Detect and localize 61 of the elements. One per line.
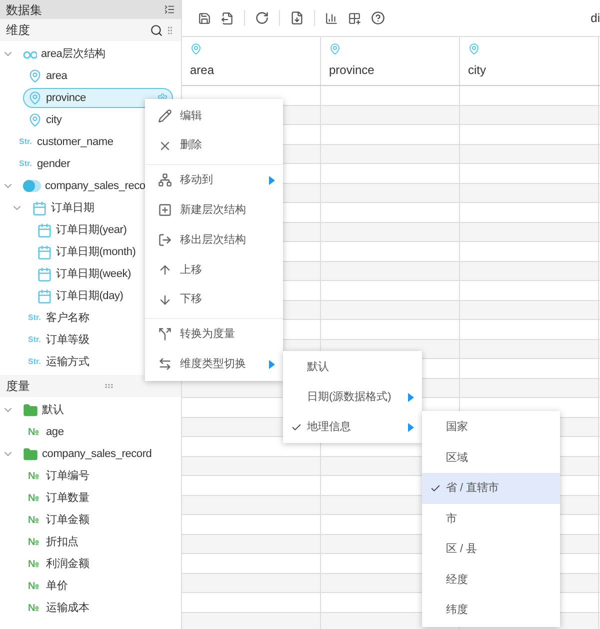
string-type-icon: Str. (28, 356, 42, 368)
menu-item[interactable]: 下移 (145, 285, 283, 319)
menu-item[interactable]: 纬度 (422, 595, 560, 626)
number-type-icon: № (28, 600, 42, 616)
menu-item[interactable]: 移出层次结构 (145, 225, 283, 255)
menu-item[interactable]: 上移 (145, 255, 283, 285)
tree-item[interactable]: № 订单数量 (23, 488, 94, 508)
tree-item[interactable]: 订单日期(year) (32, 220, 132, 240)
string-type-icon: Str. (28, 312, 42, 324)
string-type-icon: Str. (19, 158, 33, 170)
tree-item[interactable]: province (23, 88, 173, 108)
tree-item[interactable]: company_sales_record (18, 444, 157, 464)
tree-item[interactable]: 订单日期(month) (32, 242, 141, 262)
tree-item[interactable]: № 利润金额 (23, 554, 94, 574)
toolbar-label: di (590, 10, 600, 27)
menu-item[interactable]: 地理信息 (283, 412, 422, 442)
column-header[interactable]: city (460, 37, 599, 85)
string-type-icon: Str. (19, 136, 33, 148)
menu-item[interactable]: 经度 (422, 564, 560, 595)
menu-item[interactable]: 区域 (422, 442, 560, 473)
tree-item[interactable]: № 折扣点 (23, 532, 84, 552)
menu-item[interactable]: 省 / 直辖市 (422, 473, 560, 504)
string-type-icon: Str. (28, 334, 42, 346)
column-header[interactable]: area (182, 37, 321, 85)
tree-item[interactable]: area层次结构 (18, 44, 110, 64)
tree-item[interactable]: № 单价 (23, 576, 73, 596)
tree-item[interactable]: № 运输成本 (23, 598, 94, 618)
menu-item[interactable]: 日期(源数据格式) (283, 382, 422, 412)
menu-item[interactable]: 区 / 县 (422, 534, 560, 564)
panel-title: 数据集 (6, 2, 42, 18)
tree-item[interactable]: city (23, 110, 67, 130)
menu-item[interactable]: 转换为度量 (145, 319, 283, 349)
menu-item[interactable]: 国家 (422, 412, 560, 442)
tree-item[interactable]: Str. gender (14, 154, 76, 174)
tree-item[interactable]: Str. customer_name (14, 132, 118, 152)
column-header[interactable]: province (321, 37, 460, 85)
tree-item[interactable]: 订单日期 (27, 198, 100, 218)
menu-item[interactable]: 市 (422, 504, 560, 534)
tree-item[interactable]: Str. 订单等级 (23, 330, 94, 350)
tree-item[interactable]: Str. 运输方式 (23, 352, 94, 372)
section-title: 度量 (6, 378, 30, 395)
menu-item[interactable]: 删除 (145, 131, 283, 165)
tree-item[interactable]: № 订单编号 (23, 466, 94, 486)
number-type-icon: № (28, 556, 42, 572)
number-type-icon: № (28, 578, 42, 594)
tree-item[interactable]: № age (23, 422, 69, 442)
number-type-icon: № (28, 512, 42, 528)
number-type-icon: № (28, 424, 42, 440)
tree-item[interactable]: area (23, 66, 72, 86)
number-type-icon: № (28, 468, 42, 484)
number-type-icon: № (28, 490, 42, 506)
tree-item[interactable]: 订单日期(week) (32, 264, 136, 284)
tree-item[interactable]: 默认 (18, 400, 69, 420)
tree-item[interactable]: 订单日期(day) (32, 286, 128, 306)
tree-item[interactable]: Str. 客户名称 (23, 308, 94, 328)
menu-item[interactable]: 维度类型切换 (145, 349, 283, 379)
number-type-icon: № (28, 534, 42, 550)
menu-item[interactable]: 新建层次结构 (145, 195, 283, 225)
tree-item[interactable]: № 订单金额 (23, 510, 94, 530)
menu-item[interactable]: 默认 (283, 352, 422, 382)
section-title: 维度 (6, 22, 30, 39)
